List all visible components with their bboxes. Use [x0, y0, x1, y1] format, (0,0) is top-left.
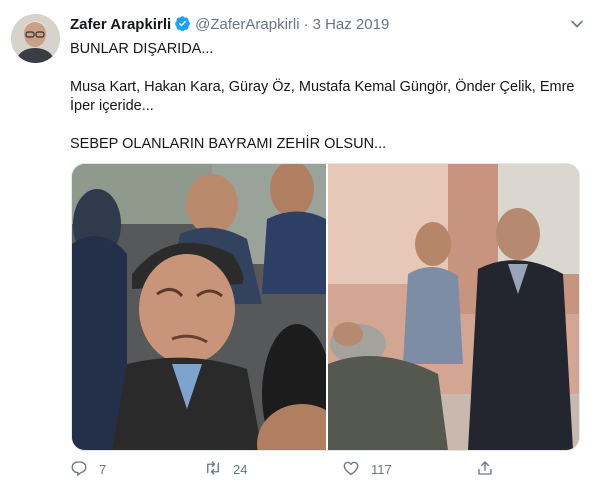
photo-escort[interactable]	[328, 164, 579, 450]
reply-button[interactable]: 7	[70, 458, 106, 480]
reply-icon	[70, 459, 88, 480]
tweet-header: Zafer Arapkirli @ZaferArapkirli · 3 Haz 201…	[70, 15, 586, 37]
like-icon	[342, 459, 360, 480]
tweet-card[interactable]: Zafer Arapkirli @ZaferArapkirli · 3 Haz 201…	[0, 0, 598, 484]
verified-badge-icon	[174, 15, 191, 32]
chevron-down-icon[interactable]	[570, 17, 584, 31]
retweet-count: 24	[233, 461, 248, 477]
retweet-icon	[204, 459, 222, 480]
tweet-date[interactable]: 3 Haz 2019	[313, 16, 390, 33]
author-handle[interactable]: @ZaferArapkirli	[195, 16, 299, 33]
separator: ·	[303, 16, 309, 33]
share-icon	[476, 459, 494, 480]
tweet-actions: 7 24 117	[70, 458, 580, 480]
retweet-button[interactable]: 24	[204, 458, 247, 480]
author-name[interactable]: Zafer Arapkirli	[70, 16, 171, 33]
tweet-text: BUNLAR DIŞARIDA... Musa Kart, Hakan Kara…	[70, 40, 580, 154]
photo-elderly-men[interactable]	[72, 164, 326, 450]
reply-count: 7	[99, 461, 107, 477]
like-count: 117	[371, 461, 392, 477]
tweet-text-line: Musa Kart, Hakan Kara, Güray Öz, Mustafa…	[70, 79, 575, 114]
avatar[interactable]	[11, 14, 60, 63]
tweet-media[interactable]	[71, 163, 580, 451]
tweet-text-line: BUNLAR DIŞARIDA...	[70, 41, 214, 57]
tweet-text-line: SEBEP OLANLARIN BAYRAMI ZEHİR OLSUN...	[70, 136, 387, 152]
like-button[interactable]: 117	[342, 458, 392, 480]
share-button[interactable]	[476, 458, 494, 480]
